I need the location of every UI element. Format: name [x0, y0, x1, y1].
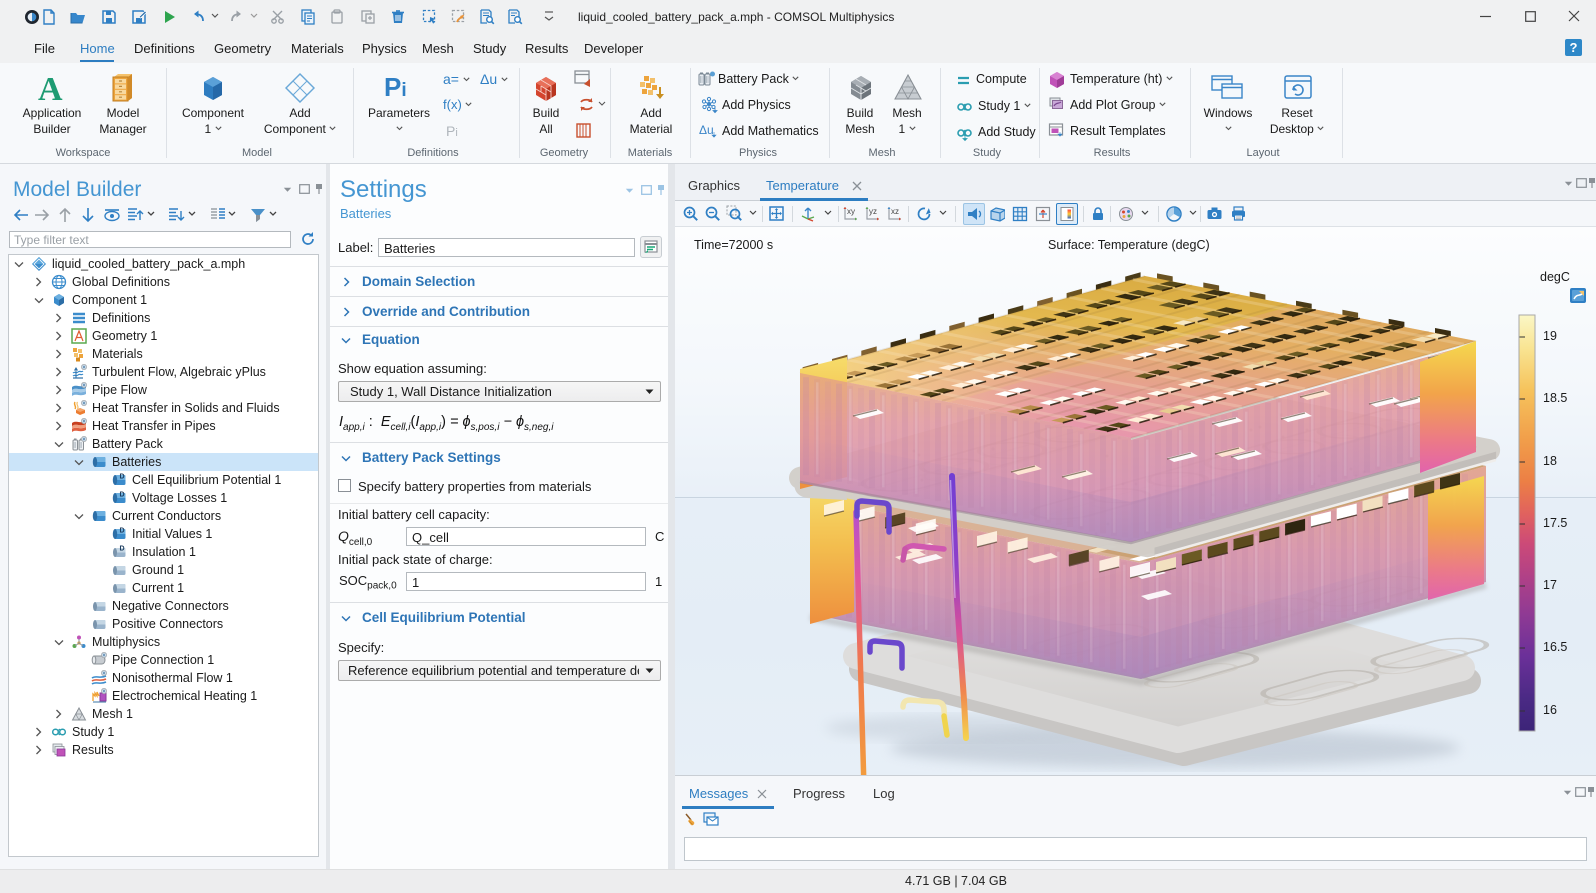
svg-text:D: D [120, 528, 125, 535]
svg-text:xy: xy [847, 207, 855, 216]
svg-text:D: D [120, 492, 125, 499]
svg-text:xz: xz [891, 207, 899, 216]
svg-text:yz: yz [869, 207, 877, 216]
svg-text:Δu: Δu [699, 123, 714, 137]
svg-text:D: D [120, 546, 125, 553]
svg-text:D: D [120, 474, 125, 481]
